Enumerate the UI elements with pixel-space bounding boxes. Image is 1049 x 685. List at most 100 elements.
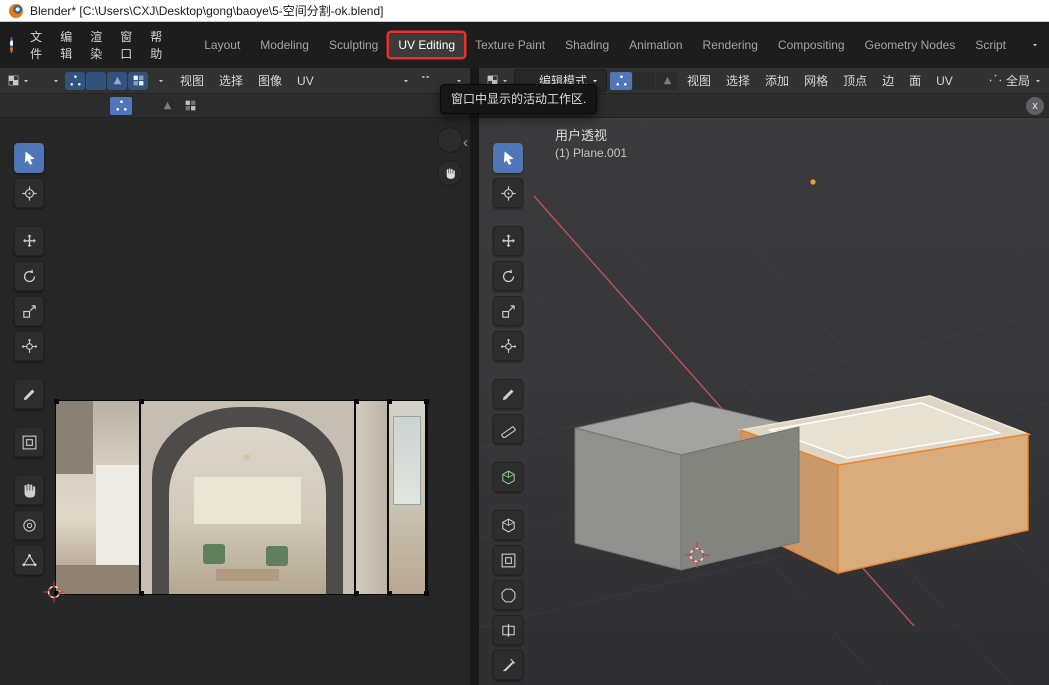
uv-menu-view[interactable]: 视图 (174, 70, 210, 91)
tool-bevel-button[interactable] (493, 580, 523, 610)
vp-menu-uv[interactable]: UV (930, 72, 959, 90)
uv-corner-handle[interactable] (424, 399, 429, 404)
tab-sculpting[interactable]: Sculpting (320, 33, 387, 57)
tab-shading[interactable]: Shading (556, 33, 618, 57)
tab-compositing[interactable]: Compositing (769, 33, 854, 57)
blender-menu-icon[interactable] (10, 37, 13, 53)
transform-orientation-button[interactable]: 全局 (987, 72, 1044, 90)
tool-tweak-button[interactable] (493, 143, 523, 173)
tool-annotate-button[interactable] (14, 379, 44, 409)
uv-image-panorama[interactable] (55, 400, 428, 595)
tab-uv-editing[interactable]: UV Editing (389, 33, 464, 57)
vp-menu-add[interactable]: 添加 (759, 70, 795, 91)
uv-corner-handle[interactable] (139, 591, 144, 596)
tool-rip-button[interactable] (14, 427, 44, 457)
uv-select-vertex-button[interactable] (65, 72, 85, 90)
menu-edit[interactable]: 编辑 (51, 24, 81, 66)
select-mode-vertex-button[interactable] (610, 72, 632, 90)
tool-scale-button[interactable] (493, 296, 523, 326)
uv-mode-face-button[interactable] (156, 97, 178, 115)
tool-rotate-button[interactable] (14, 261, 44, 291)
menu-help[interactable]: 帮助 (141, 24, 171, 66)
tool-scale-button[interactable] (14, 296, 44, 326)
tool-measure-button[interactable] (493, 414, 523, 444)
uv-menu-image[interactable]: 图像 (252, 70, 288, 91)
editor-splitter[interactable] (470, 68, 479, 685)
edge-icon (638, 74, 651, 87)
tool-grab-button[interactable] (14, 475, 44, 505)
axis-gizmo-x[interactable]: x (1026, 97, 1044, 115)
face-icon (111, 74, 124, 87)
tab-layout[interactable]: Layout (195, 33, 249, 57)
menu-render[interactable]: 渲染 (81, 24, 111, 66)
uv-corner-handle[interactable] (387, 399, 392, 404)
uv-menu-select[interactable]: 选择 (213, 70, 249, 91)
uv-corner-handle[interactable] (354, 399, 359, 404)
uv-select-face-button[interactable] (107, 72, 127, 90)
uv-select-island-button[interactable] (128, 72, 148, 90)
sticky-select-dropdown[interactable] (151, 72, 171, 90)
tool-add-cube-button[interactable] (493, 462, 523, 492)
tool-cursor-button[interactable] (14, 178, 44, 208)
loop-cut-icon (500, 622, 517, 639)
tab-texture-paint[interactable]: Texture Paint (466, 33, 554, 57)
scene-selector-button[interactable] (1015, 39, 1039, 52)
vp-menu-select[interactable]: 选择 (720, 70, 756, 91)
uv-mode-buttons (110, 97, 201, 115)
3d-viewport-canvas[interactable]: 用户透视 (1) Plane.001 (479, 118, 1049, 685)
uv-corner-handle[interactable] (424, 591, 429, 596)
vp-menu-vertex[interactable]: 顶点 (837, 70, 873, 91)
chevron-down-icon (402, 77, 410, 85)
tool-inset-button[interactable] (493, 545, 523, 575)
proportional-edit-button[interactable] (385, 72, 412, 90)
scale-icon (500, 303, 517, 320)
tool-extrude-button[interactable] (493, 510, 523, 540)
uv-mode-edge-button[interactable] (133, 97, 155, 115)
3d-scene[interactable] (479, 118, 1049, 685)
pencil-icon (500, 386, 517, 403)
tab-modeling[interactable]: Modeling (251, 33, 318, 57)
uv-corner-handle[interactable] (354, 591, 359, 596)
tab-animation[interactable]: Animation (620, 33, 691, 57)
snap-toggle-button[interactable] (415, 72, 435, 90)
crosshair-icon (500, 185, 517, 202)
tool-rotate-button[interactable] (493, 261, 523, 291)
tool-tweak-button[interactable] (14, 143, 44, 173)
vp-menu-mesh[interactable]: 网格 (798, 70, 834, 91)
uv-mode-vertex-button[interactable] (110, 97, 132, 115)
region-collapse-arrow[interactable]: ‹ (463, 134, 468, 151)
tool-transform-button[interactable] (14, 331, 44, 361)
select-mode-edge-button[interactable] (633, 72, 655, 90)
tool-pinch-button[interactable] (14, 545, 44, 575)
xray-toggle-button[interactable] (612, 97, 632, 115)
pivot-point-button[interactable] (35, 72, 62, 90)
tool-knife-button[interactable] (493, 650, 523, 680)
uv-canvas[interactable]: ‹ (0, 118, 470, 685)
menu-window[interactable]: 窗口 (111, 24, 141, 66)
tool-annotate-button[interactable] (493, 379, 523, 409)
vp-menu-view[interactable]: 视图 (681, 70, 717, 91)
editor-type-button[interactable] (5, 72, 32, 90)
tab-script[interactable]: Script (966, 33, 1015, 57)
uv-menu-uv[interactable]: UV (291, 72, 320, 90)
tool-loop-cut-button[interactable] (493, 615, 523, 645)
vp-menu-face[interactable]: 面 (903, 70, 927, 91)
tool-relax-button[interactable] (14, 510, 44, 540)
tool-cursor-button[interactable] (493, 178, 523, 208)
uv-corner-handle[interactable] (139, 399, 144, 404)
tool-move-button[interactable] (493, 226, 523, 256)
uv-mode-island-button[interactable] (179, 97, 201, 115)
menu-file[interactable]: 文件 (21, 24, 51, 66)
tool-transform-button[interactable] (493, 331, 523, 361)
uv-corner-handle[interactable] (54, 399, 59, 404)
tab-geometry-nodes[interactable]: Geometry Nodes (856, 33, 965, 57)
zoom-gizmo-button[interactable] (437, 127, 463, 153)
select-mode-face-button[interactable] (656, 72, 678, 90)
uv-corner-handle[interactable] (387, 591, 392, 596)
tool-move-button[interactable] (14, 226, 44, 256)
vp-menu-edge[interactable]: 边 (876, 70, 900, 91)
uv-select-edge-button[interactable] (86, 72, 106, 90)
tab-rendering[interactable]: Rendering (694, 33, 767, 57)
shading-mode-button[interactable] (1004, 97, 1024, 115)
pan-gizmo-button[interactable] (437, 160, 463, 186)
